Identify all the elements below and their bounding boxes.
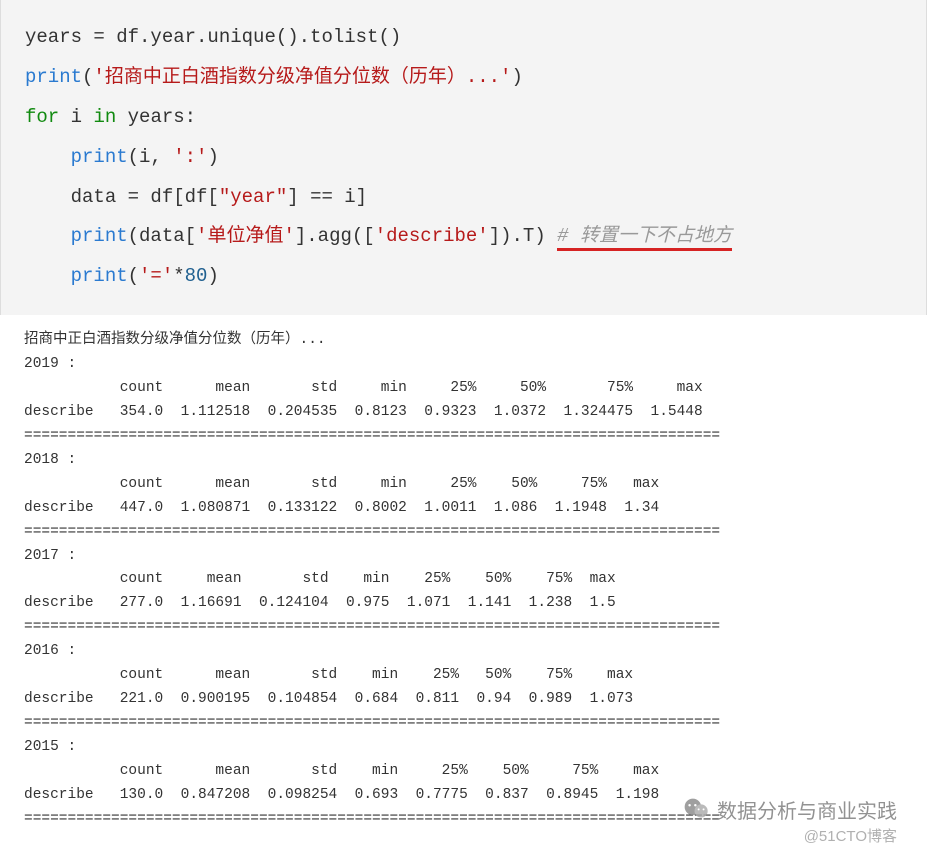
code-text: years = df.year.unique().tolist() [25,26,401,48]
code-line-3: for i in years: [25,98,902,138]
output-block: 招商中正白酒指数分级净值分位数（历年）... 2019 : count mean… [0,315,927,841]
string-literal: '招商中正白酒指数分级净值分位数（历年）...' [93,66,511,88]
code-line-6: print(data['单位净值'].agg(['describe']).T) … [25,217,902,257]
for-keyword: for [25,106,59,128]
code-block: years = df.year.unique().tolist() print(… [0,0,927,315]
watermark-text: 数据分析与商业实践 [717,795,897,824]
print-builtin: print [71,225,128,247]
print-builtin: print [71,146,128,168]
wechat-icon [683,797,711,821]
string-literal: "year" [219,186,287,208]
watermark-primary: 数据分析与商业实践 [683,795,897,824]
string-literal: '=' [139,265,173,287]
string-literal: 'describe' [375,225,489,247]
string-literal: '单位净值' [196,225,295,247]
string-literal: ':' [173,146,207,168]
in-keyword: in [93,106,116,128]
watermark-secondary: @51CTO博客 [804,825,897,846]
code-line-1: years = df.year.unique().tolist() [25,18,902,58]
code-line-2: print('招商中正白酒指数分级净值分位数（历年）...') [25,58,902,98]
code-comment: # 转置一下不占地方 [557,225,732,251]
code-line-5: data = df[df["year"] == i] [25,178,902,218]
code-line-4: print(i, ':') [25,138,902,178]
print-builtin: print [25,66,82,88]
print-builtin: print [71,265,128,287]
code-line-7: print('='*80) [25,257,902,297]
number-literal: 80 [185,265,208,287]
